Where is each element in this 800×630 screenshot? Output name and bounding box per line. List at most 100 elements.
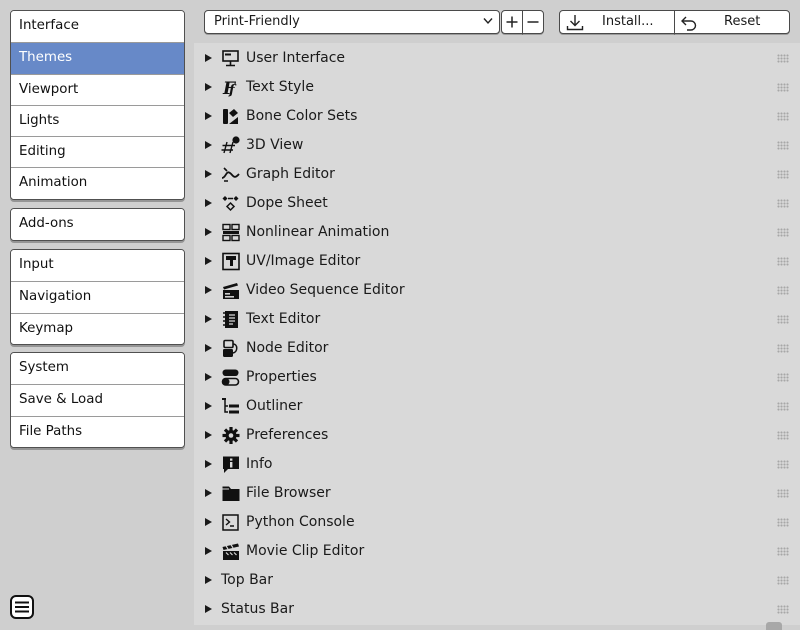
sidebar-item-navigation[interactable]: Navigation <box>11 281 184 313</box>
disclosure-triangle-icon <box>205 315 212 323</box>
disclosure-triangle-icon <box>205 257 212 265</box>
disclosure-triangle-icon <box>205 460 212 468</box>
sidebar-item-animation[interactable]: Animation <box>11 167 184 199</box>
panel-movie-clip-editor[interactable]: Movie Clip Editor <box>194 537 800 566</box>
drag-handle-icon[interactable] <box>777 257 789 266</box>
panel-preferences[interactable]: Preferences <box>194 421 800 450</box>
sidebar-item-viewport[interactable]: Viewport <box>11 73 184 105</box>
drag-handle-icon[interactable] <box>777 199 789 208</box>
panel-label: Text Editor <box>246 311 321 327</box>
disclosure-triangle-icon <box>205 286 212 294</box>
sidebar-item-add-ons[interactable]: Add-ons <box>11 209 184 241</box>
file-browser-icon <box>222 486 240 501</box>
panel-file-browser[interactable]: File Browser <box>194 479 800 508</box>
drag-handle-icon[interactable] <box>777 373 789 382</box>
disclosure-triangle-icon <box>205 83 212 91</box>
panel-info[interactable]: Info <box>194 450 800 479</box>
drag-handle-icon[interactable] <box>777 605 789 614</box>
sidebar-item-interface[interactable]: Interface <box>11 11 184 43</box>
drag-handle-icon[interactable] <box>777 547 789 556</box>
panel-video-sequence-editor[interactable]: Video Sequence Editor <box>194 276 800 305</box>
sidebar-item-editing[interactable]: Editing <box>11 136 184 168</box>
panel-bone-color-sets[interactable]: Bone Color Sets <box>194 102 800 131</box>
remove-preset-button[interactable] <box>522 10 544 34</box>
disclosure-triangle-icon <box>205 489 212 497</box>
add-preset-button[interactable] <box>501 10 523 34</box>
drag-handle-icon[interactable] <box>777 431 789 440</box>
disclosure-triangle-icon <box>205 373 212 381</box>
scroll-corner-handle[interactable] <box>766 622 782 630</box>
panel-3d-view[interactable]: 3D View <box>194 131 800 160</box>
drag-handle-icon[interactable] <box>777 286 789 295</box>
install-label: Install... <box>602 14 654 29</box>
nav-group-input: Input Navigation Keymap <box>10 249 185 345</box>
install-button[interactable]: Install... <box>559 10 675 34</box>
reset-button[interactable]: Reset <box>674 10 790 34</box>
drag-handle-icon[interactable] <box>777 170 789 179</box>
drag-handle-icon[interactable] <box>777 344 789 353</box>
drag-handle-icon[interactable] <box>777 518 789 527</box>
drag-handle-icon[interactable] <box>777 402 789 411</box>
drag-handle-icon[interactable] <box>777 141 789 150</box>
sidebar-item-keymap[interactable]: Keymap <box>11 312 184 344</box>
panel-user-interface[interactable]: User Interface <box>194 44 800 73</box>
panel-properties[interactable]: Properties <box>194 363 800 392</box>
panel-node-editor[interactable]: Node Editor <box>194 334 800 363</box>
panel-label: Dope Sheet <box>246 195 328 211</box>
panel-label: User Interface <box>246 50 346 66</box>
panel-outliner[interactable]: Outliner <box>194 392 800 421</box>
drag-handle-icon[interactable] <box>777 460 789 469</box>
panel-label: Python Console <box>246 514 355 530</box>
drag-handle-icon[interactable] <box>777 576 789 585</box>
video-sequence-editor-icon <box>223 283 239 299</box>
hamburger-menu-icon[interactable] <box>10 595 34 619</box>
uv-image-editor-icon <box>222 252 240 271</box>
drag-handle-icon[interactable] <box>777 228 789 237</box>
panel-label: Nonlinear Animation <box>246 224 390 240</box>
drag-handle-icon[interactable] <box>777 315 789 324</box>
python-console-icon <box>222 514 239 531</box>
drag-handle-icon[interactable] <box>777 54 789 63</box>
panel-top-bar[interactable]: Top Bar <box>194 566 800 595</box>
disclosure-triangle-icon <box>205 112 212 120</box>
bone-color-sets-icon <box>223 109 238 124</box>
panel-nonlinear-animation[interactable]: Nonlinear Animation <box>194 218 800 247</box>
panel-text-editor[interactable]: Text Editor <box>194 305 800 334</box>
disclosure-triangle-icon <box>205 228 212 236</box>
sidebar-item-lights[interactable]: Lights <box>11 104 184 137</box>
text-style-icon: Ff <box>222 79 237 97</box>
sidebar-item-file-paths[interactable]: File Paths <box>11 415 184 447</box>
panel-label: 3D View <box>246 137 304 153</box>
sidebar-item-save-load[interactable]: Save & Load <box>11 384 184 416</box>
panel-python-console[interactable]: Python Console <box>194 508 800 537</box>
preset-value: Print-Friendly <box>214 14 300 29</box>
user-interface-icon <box>222 50 239 67</box>
drag-handle-icon[interactable] <box>777 489 789 498</box>
panel-uv-image-editor[interactable]: UV/Image Editor <box>194 247 800 276</box>
sidebar-item-system[interactable]: System <box>11 353 184 385</box>
disclosure-triangle-icon <box>205 431 212 439</box>
svg-text:f: f <box>228 83 237 97</box>
sidebar-item-input[interactable]: Input <box>11 250 184 282</box>
panel-status-bar[interactable]: Status Bar <box>194 595 800 624</box>
dope-sheet-icon <box>222 196 239 212</box>
movie-clip-editor-icon <box>222 543 239 560</box>
panel-label: Movie Clip Editor <box>246 543 365 559</box>
panel-graph-editor[interactable]: Graph Editor <box>194 160 800 189</box>
reset-label: Reset <box>724 14 761 29</box>
panel-text-style[interactable]: Ff Text Style <box>194 73 800 102</box>
nonlinear-animation-icon <box>222 223 240 242</box>
panel-label: Top Bar <box>221 572 274 588</box>
import-icon <box>566 15 584 31</box>
panel-dope-sheet[interactable]: Dope Sheet <box>194 189 800 218</box>
panel-label: Graph Editor <box>246 166 335 182</box>
drag-handle-icon[interactable] <box>777 83 789 92</box>
nav-group-system: System Save & Load File Paths <box>10 352 185 448</box>
disclosure-triangle-icon <box>205 605 212 613</box>
theme-preset-dropdown[interactable]: Print-Friendly <box>204 10 500 34</box>
drag-handle-icon[interactable] <box>777 112 789 121</box>
panel-label: File Browser <box>246 485 331 501</box>
panel-label: Status Bar <box>221 601 295 617</box>
disclosure-triangle-icon <box>205 54 212 62</box>
sidebar-item-themes[interactable]: Themes <box>11 42 184 74</box>
